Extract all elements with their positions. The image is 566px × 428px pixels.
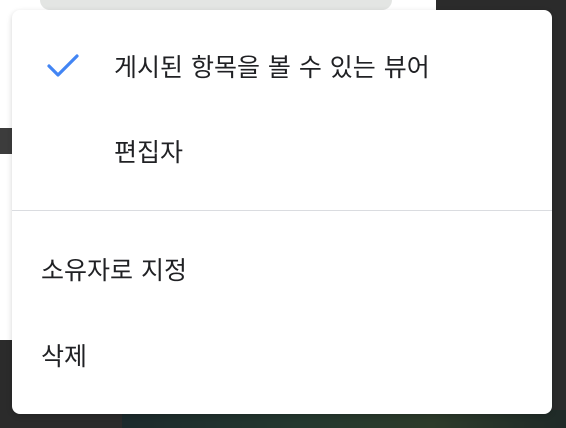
- menu-item-label: 소유자로 지정: [41, 256, 187, 285]
- menu-divider: [12, 210, 552, 211]
- permission-menu: 게시된 항목을 볼 수 있는 뷰어 편집자 소유자로 지정 삭제: [12, 10, 552, 414]
- menu-item-make-owner[interactable]: 소유자로 지정: [12, 234, 552, 304]
- menu-item-editor[interactable]: 편집자: [12, 116, 552, 186]
- background-pill: [40, 0, 392, 10]
- menu-item-label: 게시된 항목을 볼 수 있는 뷰어: [114, 53, 430, 82]
- menu-item-delete[interactable]: 삭제: [12, 320, 552, 390]
- menu-item-published-viewer[interactable]: 게시된 항목을 볼 수 있는 뷰어: [12, 31, 552, 101]
- menu-item-label: 삭제: [41, 342, 88, 371]
- checkmark-icon: [47, 54, 79, 77]
- menu-item-label: 편집자: [114, 138, 184, 167]
